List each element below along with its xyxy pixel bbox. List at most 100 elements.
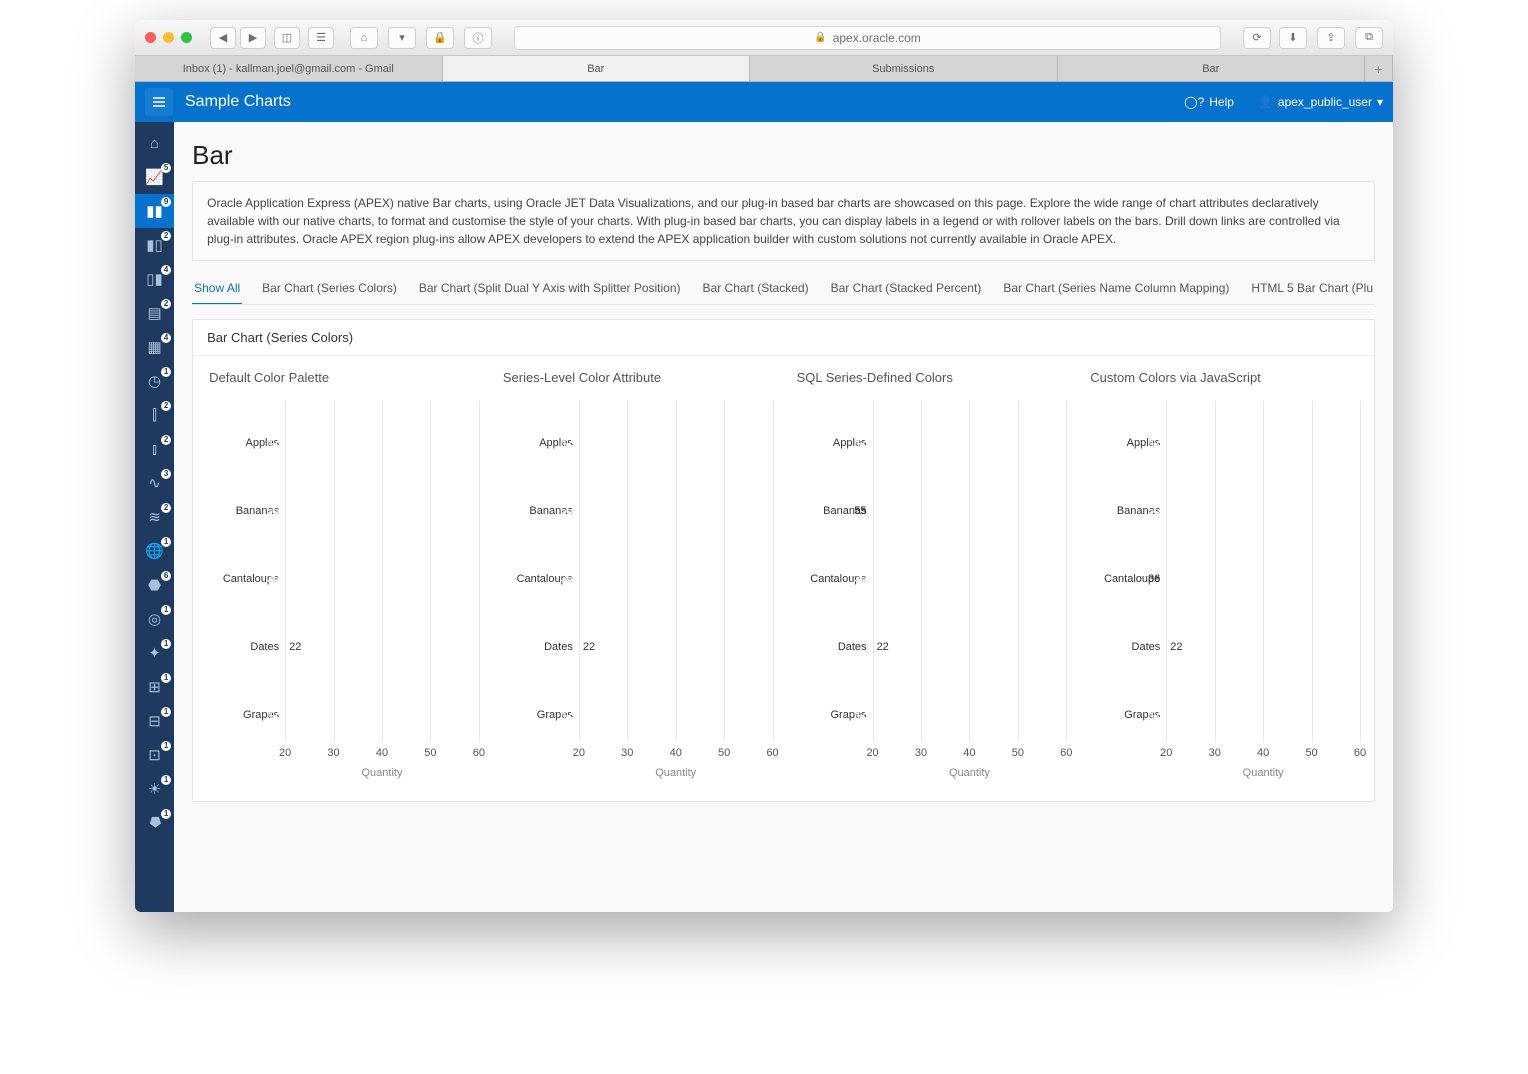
browser-tab-3[interactable]: Bar	[1058, 56, 1366, 81]
badge: 1	[161, 775, 171, 785]
sidebar-item-chart3[interactable]: ∿3	[135, 466, 174, 500]
sidebar-item-globe[interactable]: 🌐1	[135, 534, 174, 568]
user-menu[interactable]: 👤 apex_public_user ▾	[1258, 95, 1383, 109]
x-tick-label: 60	[1354, 747, 1366, 759]
badge: 2	[161, 299, 171, 309]
sidebar-item-table[interactable]: ▦4	[135, 330, 174, 364]
region-tab-5[interactable]: Bar Chart (Series Name Column Mapping)	[1001, 273, 1231, 304]
badge: 1	[161, 673, 171, 683]
sidebar-toggle-button[interactable]: ◫	[274, 27, 300, 49]
bar-value: 55	[1148, 505, 1160, 517]
nav-menu-button[interactable]	[145, 88, 173, 116]
chart-title: Custom Colors via JavaScript	[1082, 370, 1366, 385]
browser-tabbar: Inbox (1) - kallman.joel@gmail.com - Gma…	[135, 56, 1393, 82]
bar-value: 42	[561, 437, 573, 449]
bar-icon: ▮▮	[146, 202, 163, 220]
region-tab-6[interactable]: HTML 5 Bar Chart (Plu	[1249, 273, 1375, 304]
badge: 4	[161, 265, 171, 275]
maximize-window-button[interactable]	[181, 32, 192, 43]
badge: 5	[161, 163, 171, 173]
badge: 3	[161, 469, 171, 479]
sidebar-item-home[interactable]: ⌂	[135, 126, 174, 160]
back-button[interactable]: ◀	[210, 27, 236, 49]
y-tick-label: Dates	[544, 641, 573, 653]
main-content: Bar Oracle Application Express (APEX) na…	[174, 122, 1393, 912]
c2-icon: ⊟	[148, 712, 161, 730]
chart-title: Series-Level Color Attribute	[495, 370, 779, 385]
badge: 9	[161, 197, 171, 207]
y-tick-label: Dates	[250, 641, 279, 653]
c3-icon: ⊡	[148, 746, 161, 764]
reload-button[interactable]: ⟳	[1243, 27, 1271, 49]
sidebar-item-bar3[interactable]: ▯▮4	[135, 262, 174, 296]
bar-value: 36	[1148, 573, 1160, 585]
region-tab-4[interactable]: Bar Chart (Stacked Percent)	[829, 273, 984, 304]
browser-tab-1[interactable]: Bar	[443, 56, 751, 81]
sidebar-item-c2[interactable]: ⊟1	[135, 704, 174, 738]
tabs-icon[interactable]: ⧉	[1355, 27, 1383, 49]
sidebar-item-ring[interactable]: ◎1	[135, 602, 174, 636]
app-title: Sample Charts	[185, 93, 291, 111]
region-tab-2[interactable]: Bar Chart (Split Dual Y Axis with Splitt…	[417, 273, 683, 304]
new-tab-button[interactable]: +	[1365, 56, 1393, 81]
close-window-button[interactable]	[145, 32, 156, 43]
c1-icon: ⊞	[148, 678, 161, 696]
sidebar-item-chart1[interactable]: ⫿2	[135, 398, 174, 432]
mac-toolbar: ◀ ▶ ◫ ☰ ⌂ ▾ 🔒 ⓘ 🔒 apex.oracle.com ⟳ ⬇ ⇪ …	[135, 20, 1393, 56]
home-icon[interactable]: ⌂	[350, 27, 378, 49]
region-tab-3[interactable]: Bar Chart (Stacked)	[701, 273, 811, 304]
sidebar-item-c3[interactable]: ⊡1	[135, 738, 174, 772]
sidebar-item-gauge[interactable]: ◷1	[135, 364, 174, 398]
chart-plot: ApplesBananasCantaloupeDatesGrapes425536…	[1082, 401, 1366, 781]
badge: 1	[161, 367, 171, 377]
browser-window: ◀ ▶ ◫ ☰ ⌂ ▾ 🔒 ⓘ 🔒 apex.oracle.com ⟳ ⬇ ⇪ …	[135, 20, 1393, 912]
bar-value: 42	[267, 709, 279, 721]
help-link[interactable]: ◯? Help	[1184, 95, 1234, 109]
minimize-window-button[interactable]	[163, 32, 174, 43]
sidebar-item-line[interactable]: 📈5	[135, 160, 174, 194]
bar-value: 42	[854, 709, 866, 721]
share-icon[interactable]: ⇪	[1317, 27, 1345, 49]
forward-button[interactable]: ▶	[240, 27, 266, 49]
badge: 2	[161, 401, 171, 411]
bar-value: 42	[267, 437, 279, 449]
region-tab-1[interactable]: Bar Chart (Series Colors)	[260, 273, 399, 304]
sidebar-item-sun[interactable]: ☀1	[135, 772, 174, 806]
bar-value: 22	[289, 641, 301, 653]
gauge-icon: ◷	[148, 372, 161, 390]
badge: 1	[161, 707, 171, 717]
sidebar-item-bar2[interactable]: ▮▯2	[135, 228, 174, 262]
x-tick-label: 50	[424, 747, 436, 759]
toolbar-menu-button[interactable]: ☰	[308, 27, 334, 49]
downloads-icon[interactable]: ⬇	[1279, 27, 1307, 49]
bar-value: 42	[854, 437, 866, 449]
sidebar-item-spark[interactable]: ✦1	[135, 636, 174, 670]
sidebar-item-c1[interactable]: ⊞1	[135, 670, 174, 704]
x-tick-label: 50	[1305, 747, 1317, 759]
x-tick-label: 20	[866, 747, 878, 759]
region-title: Bar Chart (Series Colors)	[193, 320, 1374, 356]
chart-1: Series-Level Color AttributeApplesBanana…	[495, 370, 779, 781]
sidebar-item-chart4[interactable]: ≋2	[135, 500, 174, 534]
sidebar-item-doc[interactable]: ▤2	[135, 296, 174, 330]
x-tick-label: 50	[1012, 747, 1024, 759]
x-tick-label: 20	[279, 747, 291, 759]
sidebar-item-tree[interactable]: ⯂1	[135, 806, 174, 840]
info-icon[interactable]: ⓘ	[464, 27, 492, 49]
x-tick-label: 50	[718, 747, 730, 759]
region-tab-0[interactable]: Show All	[192, 273, 242, 305]
address-bar[interactable]: 🔒 apex.oracle.com	[514, 26, 1221, 50]
sidebar-item-bar[interactable]: ▮▮9	[135, 194, 174, 228]
x-tick-label: 20	[1160, 747, 1172, 759]
pocket-icon[interactable]: ▾	[388, 27, 416, 49]
badge: 1	[161, 741, 171, 751]
bar-value: 36	[267, 573, 279, 585]
browser-tab-0[interactable]: Inbox (1) - kallman.joel@gmail.com - Gma…	[135, 56, 443, 81]
sidebar-item-chart2[interactable]: ⫾2	[135, 432, 174, 466]
bar-value: 42	[1148, 437, 1160, 449]
bar2-icon: ▮▯	[146, 236, 163, 254]
browser-tab-2[interactable]: Submissions	[750, 56, 1058, 81]
sidebar-item-geo[interactable]: ⬣6	[135, 568, 174, 602]
region-tabs: Show All Bar Chart (Series Colors) Bar Cha…	[192, 273, 1375, 305]
lock-icon[interactable]: 🔒	[426, 27, 454, 49]
